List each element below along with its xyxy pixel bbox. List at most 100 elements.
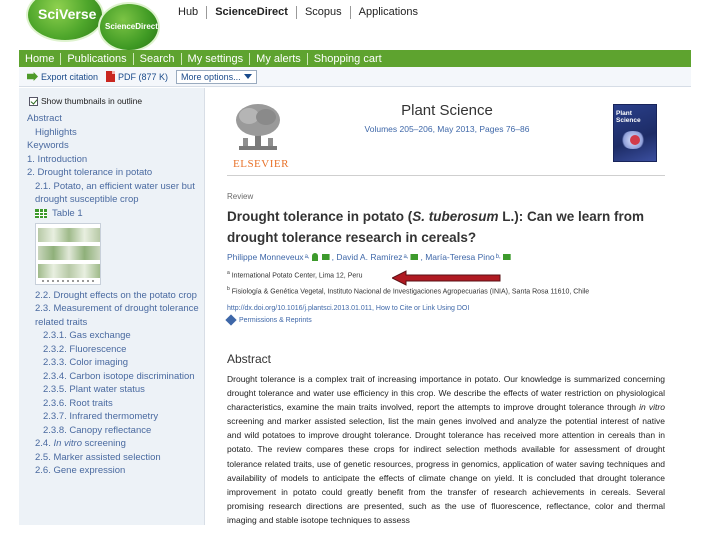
author-list: Philippe Monneveux a, , David A. Ramírez… bbox=[227, 252, 513, 262]
abstract-em: in vitro bbox=[639, 402, 665, 413]
affiliation-text: Fisiología & Genética Vegetal, Instituto… bbox=[231, 288, 590, 296]
export-citation-button[interactable]: Export citation bbox=[27, 72, 98, 82]
journal-cover-image[interactable]: Plant Science bbox=[613, 104, 657, 162]
article-title: Drought tolerance in potato (S. tuberosu… bbox=[227, 206, 667, 248]
author-sup: a, bbox=[403, 254, 409, 260]
outline-item-2-3[interactable]: 2.3. Measurement of drought tolerance re… bbox=[27, 302, 203, 329]
affiliation-b: b Fisiología & Genética Vegetal, Institu… bbox=[227, 286, 589, 295]
outline-item-2-3-2[interactable]: 2.3.2. Fluorescence bbox=[27, 343, 203, 357]
table-icon bbox=[35, 209, 47, 218]
sciencedirect-logo[interactable]: ScienceDirect bbox=[98, 2, 160, 52]
pdf-icon bbox=[106, 71, 116, 82]
thumbnail-band bbox=[38, 227, 100, 242]
nav-my-alerts[interactable]: My alerts bbox=[250, 52, 308, 65]
outline-item-2-3-4[interactable]: 2.3.4. Carbon isotope discrimination bbox=[27, 370, 203, 384]
nav-my-settings[interactable]: My settings bbox=[182, 52, 251, 65]
person-icon[interactable] bbox=[311, 253, 318, 261]
author-link[interactable]: Philippe Monneveux bbox=[227, 252, 304, 262]
nav-shopping-cart[interactable]: Shopping cart bbox=[308, 53, 388, 65]
outline-item-2-2[interactable]: 2.2. Drought effects on the potato crop bbox=[27, 289, 203, 303]
outline-item-introduction[interactable]: 1. Introduction bbox=[27, 153, 203, 167]
journal-title[interactable]: Plant Science bbox=[327, 102, 567, 119]
show-thumbnails-toggle[interactable]: Show thumbnails in outline bbox=[29, 96, 142, 106]
nav-publications[interactable]: Publications bbox=[61, 52, 134, 65]
outline-item-abstract[interactable]: Abstract bbox=[27, 112, 203, 126]
outline-sidebar: Show thumbnails in outline Abstract High… bbox=[19, 88, 205, 525]
outline-item-2-3-3[interactable]: 2.3.3. Color imaging bbox=[27, 356, 203, 370]
permissions-link[interactable]: Permissions & Reprints bbox=[225, 314, 312, 326]
affiliation-a: a International Potato Center, Lima 12, … bbox=[227, 270, 362, 279]
author-sup: a, bbox=[304, 254, 310, 260]
abstract-part1: Drought tolerance is a complex trait of … bbox=[227, 374, 665, 413]
outline-item-2-4[interactable]: 2.4. In vitro screening bbox=[27, 437, 203, 451]
title-part1: Drought tolerance in potato ( bbox=[227, 209, 413, 224]
outline-item-2-6[interactable]: 2.6. Gene expression bbox=[27, 464, 203, 478]
permissions-icon bbox=[225, 314, 237, 326]
abstract-heading: Abstract bbox=[227, 352, 272, 366]
outline-item-2-3-8[interactable]: 2.3.8. Canopy reflectance bbox=[27, 424, 203, 438]
export-citation-label: Export citation bbox=[41, 71, 99, 82]
top-nav-sciencedirect[interactable]: ScienceDirect bbox=[207, 6, 297, 19]
top-nav: Hub ScienceDirect Scopus Applications bbox=[170, 6, 426, 19]
outline-item-2-3-7[interactable]: 2.3.7. Infrared thermometry bbox=[27, 410, 203, 424]
outline-item-highlights[interactable]: Highlights bbox=[27, 126, 203, 140]
show-thumbnails-checkbox[interactable] bbox=[29, 96, 38, 106]
outline-item-table-1[interactable]: Table 1 bbox=[27, 207, 203, 221]
publisher-wordmark: ELSEVIER bbox=[233, 158, 289, 170]
table-1-thumbnail[interactable] bbox=[35, 222, 101, 285]
screen: SciVerse ScienceDirect Hub ScienceDirect… bbox=[0, 0, 720, 540]
thumbnail-band bbox=[38, 245, 100, 260]
pdf-download-button[interactable]: PDF (877 K) bbox=[106, 71, 168, 82]
doi-link[interactable]: http://dx.doi.org/10.1016/j.plantsci.201… bbox=[227, 305, 469, 312]
mail-icon[interactable] bbox=[502, 254, 511, 260]
affiliation-mark: a bbox=[227, 270, 230, 276]
outline-item-2-5[interactable]: 2.5. Marker assisted selection bbox=[27, 451, 203, 465]
author-link[interactable]: María-Teresa Pino bbox=[425, 252, 494, 262]
red-arrow-annotation bbox=[392, 270, 501, 286]
export-icon bbox=[27, 72, 38, 81]
mail-icon[interactable] bbox=[410, 254, 419, 260]
nav-search[interactable]: Search bbox=[134, 52, 182, 65]
sciencedirect-logo-text: ScienceDirect bbox=[105, 22, 158, 31]
outline-item-2-3-1[interactable]: 2.3.1. Gas exchange bbox=[27, 329, 203, 343]
thumbnail-band bbox=[38, 263, 100, 278]
mail-icon[interactable] bbox=[321, 254, 330, 260]
top-nav-applications[interactable]: Applications bbox=[351, 6, 426, 19]
sciverse-logo[interactable]: SciVerse bbox=[26, 0, 104, 42]
elsevier-tree-logo[interactable] bbox=[233, 102, 283, 154]
article-type: Review bbox=[227, 192, 254, 201]
outline-item-2-4-suffix: screening bbox=[82, 438, 126, 449]
permissions-label: Permissions & Reprints bbox=[239, 316, 312, 324]
cover-title: Plant Science bbox=[616, 110, 641, 124]
outline-item-2-4-prefix: 2.4. bbox=[35, 438, 54, 449]
journal-volume-link[interactable]: Volumes 205–206, May 2013, Pages 76–86 bbox=[327, 124, 567, 134]
thumbnail-dots bbox=[42, 279, 96, 282]
outline-item-drought-tolerance[interactable]: 2. Drought tolerance in potato bbox=[27, 166, 203, 180]
top-nav-hub[interactable]: Hub bbox=[170, 6, 208, 19]
abstract-part2: screening and marker assisted selection,… bbox=[227, 416, 665, 525]
outline-item-keywords[interactable]: Keywords bbox=[27, 139, 203, 153]
title-species: S. tuberosum bbox=[412, 209, 499, 224]
author-sup: b, bbox=[495, 254, 501, 260]
more-options-dropdown[interactable]: More options... bbox=[176, 69, 257, 84]
more-options-label: More options... bbox=[181, 71, 241, 82]
main-nav: Home Publications Search My settings My … bbox=[19, 50, 691, 67]
outline-item-2-1[interactable]: 2.1. Potato, an efficient water user but… bbox=[27, 180, 203, 207]
outline-item-2-3-5[interactable]: 2.3.5. Plant water status bbox=[27, 383, 203, 397]
article-toolbar: Export citation PDF (877 K) More options… bbox=[19, 67, 691, 87]
outline-item-2-4-em: In vitro bbox=[53, 438, 83, 449]
article-main: ELSEVIER Plant Science Volumes 205–206, … bbox=[206, 88, 686, 525]
nav-home[interactable]: Home bbox=[19, 52, 62, 65]
table-1-label: Table 1 bbox=[52, 207, 83, 219]
top-nav-scopus[interactable]: Scopus bbox=[297, 6, 351, 19]
outline-item-2-3-6[interactable]: 2.3.6. Root traits bbox=[27, 397, 203, 411]
show-thumbnails-label: Show thumbnails in outline bbox=[41, 96, 143, 106]
pdf-label: PDF (877 K) bbox=[118, 71, 169, 82]
affiliation-text: International Potato Center, Lima 12, Pe… bbox=[231, 272, 363, 280]
journal-header: ELSEVIER Plant Science Volumes 205–206, … bbox=[227, 96, 665, 176]
affiliation-mark: b bbox=[227, 286, 230, 292]
outline-list: Abstract Highlights Keywords 1. Introduc… bbox=[27, 112, 203, 478]
top-bar: SciVerse ScienceDirect Hub ScienceDirect… bbox=[0, 0, 720, 52]
author-link[interactable]: David A. Ramírez bbox=[336, 252, 402, 262]
sciverse-logo-text: SciVerse bbox=[38, 6, 97, 22]
